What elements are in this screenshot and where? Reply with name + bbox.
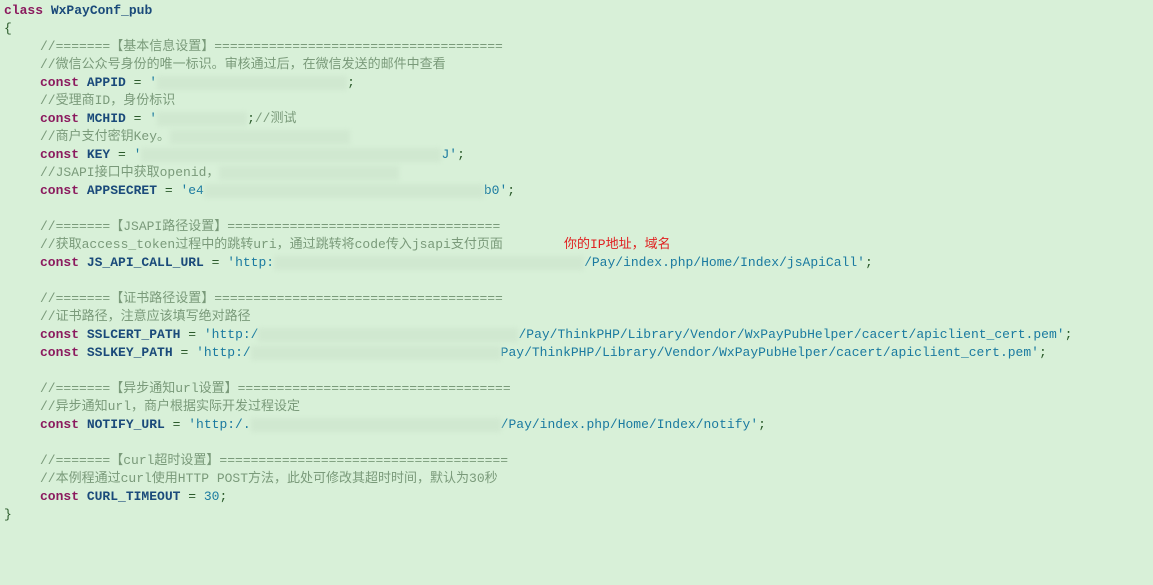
open-brace: { [4,20,1149,38]
const-curl: const CURL_TIMEOUT = 30; [4,488,1149,506]
comment-jsapi-line: //获取access_token过程中的跳转uri，通过跳转将code传入jsa… [4,236,1149,254]
redacted [274,256,584,270]
comment-cert: //证书路径，注意应该填写绝对路径 [40,309,251,324]
section-jsapi: //=======【JSAPI路径设置】====================… [40,219,500,234]
annotation-ip: 你的IP地址，域名 [564,236,671,254]
redacted [251,346,501,360]
redacted [141,148,441,162]
comment-appsecret: //JSAPI接口中获取openid， [40,165,219,180]
redacted [251,418,501,432]
const-notify: const NOTIFY_URL = 'http:/./Pay/index.ph… [4,416,1149,434]
const-appid: const APPID = '; [4,74,1149,92]
comment-mchid: //受理商ID，身份标识 [40,93,175,108]
redacted [157,112,247,126]
const-sslcert: const SSLCERT_PATH = 'http://Pay/ThinkPH… [4,326,1149,344]
redacted [258,328,518,342]
redacted [157,76,347,90]
code-block: class WxPayConf_pub { //=======【基本信息设置】=… [4,2,1149,524]
section-cert: //=======【证书路径设置】=======================… [40,291,503,306]
class-decl: class WxPayConf_pub [4,2,1149,20]
section-basic: //=======【基本信息设置】=======================… [40,39,503,54]
const-jsapi: const JS_API_CALL_URL = 'http:/Pay/index… [4,254,1149,272]
redacted [204,184,484,198]
comment-key: //商户支付密钥Key。 [40,129,170,144]
comment-notify: //异步通知url，商户根据实际开发过程设定 [40,399,300,414]
redacted [219,166,399,180]
const-mchid: const MCHID = ';//测试 [4,110,1149,128]
section-notify: //=======【异步通知url设置】====================… [40,381,511,396]
keyword-class: class [4,3,43,18]
comment-jsapi: //获取access_token过程中的跳转uri，通过跳转将code传入jsa… [40,237,503,252]
comment-curl: //本例程通过curl使用HTTP POST方法，此处可修改其超时时间，默认为3… [40,471,498,486]
const-appsecret: const APPSECRET = 'e4b0'; [4,182,1149,200]
close-brace: } [4,506,1149,524]
class-name: WxPayConf_pub [51,3,152,18]
const-key: const KEY = 'J'; [4,146,1149,164]
const-sslkey: const SSLKEY_PATH = 'http:/Pay/ThinkPHP/… [4,344,1149,362]
section-curl: //=======【curl超时设置】=====================… [40,453,508,468]
redacted [170,130,350,144]
comment-appid: //微信公众号身份的唯一标识。审核通过后，在微信发送的邮件中查看 [40,57,446,72]
